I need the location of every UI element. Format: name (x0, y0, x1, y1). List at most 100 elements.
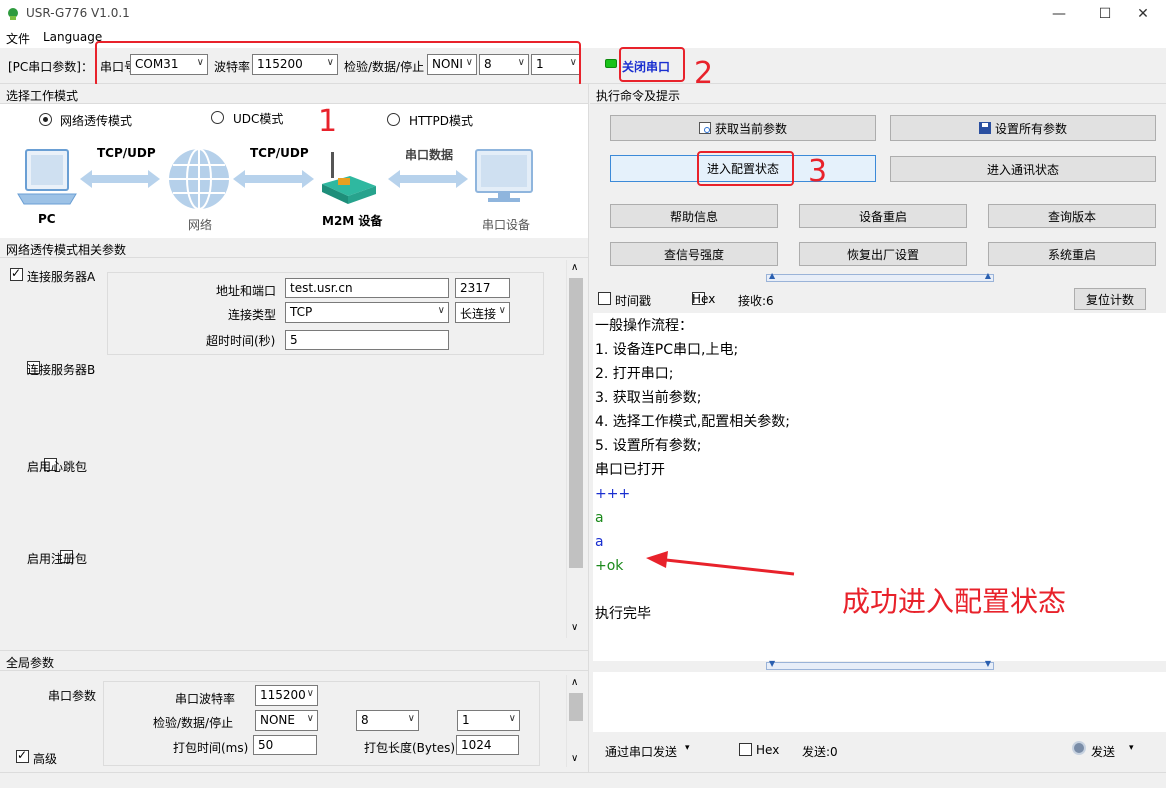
scroll-thumb[interactable] (569, 278, 583, 568)
global-stopbits-select[interactable]: 1 ∨ (457, 710, 520, 731)
get-params-label: 获取当前参数 (714, 121, 787, 136)
factory-reset-button[interactable]: 恢复出厂设置 (799, 242, 967, 266)
system-reboot-button[interactable]: 系统重启 (988, 242, 1156, 266)
advanced-label: 高级 (33, 752, 58, 766)
log-line: 一般操作流程： (595, 318, 693, 334)
status-bar (0, 772, 1166, 788)
search-doc-icon (698, 122, 711, 134)
save-icon (978, 122, 991, 134)
system-reboot-label: 系统重启 (1047, 247, 1096, 262)
advanced-checkbox[interactable] (16, 748, 29, 763)
global-baud-label: 串口波特率 (175, 692, 236, 706)
addr-port-label: 地址和端口 (216, 284, 277, 298)
global-parity-select[interactable]: NONE ∨ (255, 710, 318, 731)
arrow-icon (233, 170, 314, 188)
pane-splitter-grip[interactable]: ▼ ▼ (766, 659, 994, 670)
mode-radio-udc[interactable] (211, 111, 224, 124)
send-hex-checkbox[interactable] (739, 743, 752, 756)
set-params-button[interactable]: 设置所有参数 (890, 115, 1156, 141)
network-label: 网络 (188, 218, 213, 232)
close-icon: ✕ (1137, 6, 1149, 22)
annotation-box-1 (95, 41, 581, 87)
help-button[interactable]: 帮助信息 (610, 204, 778, 228)
mode-label-transparent: 网络透传模式 (60, 114, 133, 128)
device-reboot-label: 设备重启 (858, 209, 907, 224)
pack-time-input[interactable]: 50 (253, 735, 317, 755)
global-scrollbar[interactable]: ∧ ∨ (566, 675, 584, 767)
net-params-header: 网络透传模式相关参数 (0, 238, 588, 258)
chevron-down-icon: ∨ (306, 688, 314, 699)
send-via-dropdown[interactable]: 通过串口发送 (605, 743, 677, 760)
chevron-up-icon[interactable]: ∧ (571, 677, 578, 688)
port-input[interactable]: 2317 (455, 278, 510, 298)
timestamp-checkbox[interactable] (598, 292, 611, 305)
enter-comm-label: 进入通讯状态 (986, 162, 1059, 177)
global-databits-select[interactable]: 8 ∨ (356, 710, 419, 731)
log-lines: 一般操作流程： 1. 设备连PC串口,上电; 2. 打开串口; 3. 获取当前参数; 4… (595, 314, 790, 626)
global-panel: 串口参数 串口波特率 115200 ∨ 检验/数据/停止 NONE ∨ 8 ∨ 1 ∨ … (0, 671, 588, 771)
device-reboot-button[interactable]: 设备重启 (799, 204, 967, 228)
conn-mode-select[interactable]: 长连接 ∨ (455, 302, 510, 323)
enter-comm-button[interactable]: 进入通讯状态 (890, 156, 1156, 182)
chevron-down-icon: ∨ (498, 305, 506, 316)
minimize-button[interactable]: — (1036, 0, 1082, 28)
conn-type-select[interactable]: TCP ∨ (285, 302, 449, 323)
mode-label-httpd: HTTPD模式 (409, 114, 473, 128)
pc-label: PC (38, 212, 56, 226)
conn-type-label: 连接类型 (228, 308, 277, 322)
chevron-down-icon[interactable]: ∨ (571, 753, 578, 764)
m2m-label: M2M 设备 (322, 214, 383, 228)
link-label-3: 串口数据 (405, 148, 454, 162)
reset-count-label: 复位计数 (1085, 292, 1134, 307)
address-input[interactable]: test.usr.cn (285, 278, 449, 298)
server-a-checkbox[interactable] (10, 266, 23, 281)
send-input[interactable] (593, 672, 1166, 732)
mode-radio-httpd[interactable] (387, 113, 400, 126)
chevron-down-icon: ∨ (306, 713, 314, 724)
recv-count: 接收:6 (738, 294, 774, 308)
get-params-button[interactable]: 获取当前参数 (610, 115, 876, 141)
serial-toolbar: [PC串口参数]： 串口号 COM31 ∨ 波特率 115200 ∨ 检验/数据/停… (0, 41, 1166, 91)
log-line: 1. 设备连PC串口,上电; (595, 342, 739, 358)
send-button[interactable]: 发送 (1091, 743, 1115, 760)
close-button[interactable]: ✕ (1120, 0, 1166, 28)
log-line: 4. 选择工作模式,配置相关参数; (595, 414, 790, 430)
triangle-up-icon: ▲ (769, 271, 776, 280)
global-baud-select[interactable]: 115200 ∨ (255, 685, 318, 706)
send-icon (1072, 741, 1086, 755)
pane-splitter-grip[interactable]: ▲ ▲ (766, 271, 994, 282)
query-version-label: 查询版本 (1047, 209, 1096, 224)
scroll-thumb[interactable] (569, 693, 583, 721)
triangle-up-icon: ▲ (984, 271, 991, 280)
pack-time-label: 打包时间(ms) (173, 741, 249, 755)
set-params-label: 设置所有参数 (994, 121, 1067, 136)
link-label-2: TCP/UDP (250, 146, 309, 160)
splitter[interactable] (588, 84, 589, 788)
menu-language[interactable]: Language (43, 30, 102, 44)
pc-serial-label: [PC串口参数]： (8, 60, 93, 74)
menu-file[interactable]: 文件 (6, 30, 30, 47)
triangle-down-icon[interactable]: ▾ (1129, 743, 1134, 753)
chevron-up-icon[interactable]: ∧ (571, 262, 578, 273)
link-label-1: TCP/UDP (97, 146, 156, 160)
window-title: USR-G776 V1.0.1 (26, 6, 130, 20)
signal-strength-label: 查信号强度 (663, 247, 724, 262)
reset-count-button[interactable]: 复位计数 (1074, 288, 1146, 310)
recv-hex-label: Hex (692, 292, 716, 306)
server-a-label: 连接服务器A (27, 270, 96, 284)
net-params-scrollbar[interactable]: ∧ ∨ (566, 260, 584, 638)
signal-strength-button[interactable]: 查信号强度 (610, 242, 778, 266)
query-version-button[interactable]: 查询版本 (988, 204, 1156, 228)
arrow-icon (80, 170, 160, 188)
mode-radio-transparent[interactable] (39, 113, 52, 126)
timestamp-label: 时间戳 (615, 294, 652, 308)
serial-device-label: 串口设备 (482, 218, 531, 232)
log-line: 2. 打开串口; (595, 366, 674, 382)
globe-icon (169, 148, 229, 210)
pack-len-input[interactable]: 1024 (456, 735, 519, 755)
timeout-input[interactable]: 5 (285, 330, 449, 350)
chevron-down-icon[interactable]: ∨ (571, 622, 578, 633)
pc-icon (17, 149, 77, 205)
annotation-number-3: 3 (808, 154, 828, 189)
